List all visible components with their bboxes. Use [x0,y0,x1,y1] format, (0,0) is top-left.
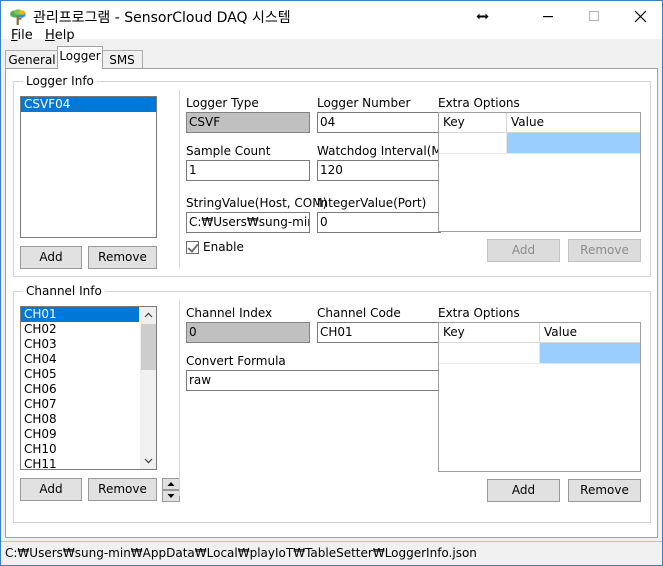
channel-list-scrollbar[interactable] [139,307,156,469]
channel-section-divider [179,300,180,496]
grid-cell-key[interactable] [439,343,540,363]
channel-info-group-title: Channel Info [23,284,105,298]
list-item[interactable]: CH10 [21,442,156,457]
checkmark-icon [186,240,199,254]
tab-strip: General Logger SMS [5,46,660,69]
logger-info-group-title: Logger Info [23,74,97,88]
application-window: 관리프로그램 - SensorCloud DAQ 시스템 File Help G… [0,0,663,566]
grid-header-value: Value [540,323,640,342]
sample-count-field[interactable]: 1 [186,160,310,181]
logger-number-label: Logger Number [317,96,411,110]
channel-index-label: Channel Index [186,306,273,320]
scrollbar-thumb[interactable] [141,324,156,370]
logger-extra-add-button[interactable]: Add [487,239,560,262]
list-item[interactable]: CH02 [21,322,156,337]
table-row[interactable] [439,343,640,364]
grid-header-key: Key [439,323,540,342]
logger-info-group: Logger Info CSVF04 Add Remove Logger Typ… [13,74,651,277]
status-bar: C:₩Users₩sung-min₩AppData₩Local₩playIoT₩… [1,541,662,565]
triangle-up-icon [167,482,175,486]
menu-help[interactable]: Help [41,27,79,45]
list-item[interactable]: CH09 [21,427,156,442]
list-item[interactable]: CSVF04 [21,97,156,112]
menu-bar: File Help [1,27,662,47]
logger-remove-button[interactable]: Remove [88,246,157,269]
enable-checkbox[interactable]: Enable [186,240,244,254]
menu-file-rest: ile [17,28,33,43]
menu-file[interactable]: File [7,27,37,45]
tab-page-logger: Logger Info CSVF04 Add Remove Logger Typ… [5,68,658,538]
close-icon [634,10,646,22]
logger-section-divider [179,90,180,268]
list-item[interactable]: CH08 [21,412,156,427]
logger-extra-options-grid[interactable]: Key Value [438,112,641,232]
list-item[interactable]: CH07 [21,397,156,412]
logger-add-button[interactable]: Add [20,246,82,269]
logger-number-field[interactable]: 04 [317,112,441,133]
channel-extra-remove-button[interactable]: Remove [568,479,641,502]
menu-help-rest: elp [54,28,75,43]
channel-list[interactable]: CH01 CH02 CH03 CH04 CH05 CH06 CH07 CH08 … [20,306,157,470]
channel-remove-button[interactable]: Remove [88,478,157,501]
grid-cell-value[interactable] [540,343,640,363]
logger-extra-remove-button[interactable]: Remove [568,239,641,262]
logger-type-field: CSVF [186,112,310,133]
scroll-down-icon[interactable] [140,453,156,469]
enable-checkbox-label: Enable [203,240,244,254]
list-item[interactable]: CH06 [21,382,156,397]
minimize-icon [543,16,553,18]
channel-index-field: 0 [186,322,310,343]
channel-add-button[interactable]: Add [20,478,82,501]
tab-general[interactable]: General [5,50,59,69]
maximize-icon [588,10,600,22]
tab-sms[interactable]: SMS [101,50,143,69]
logger-extra-options-label: Extra Options [438,96,520,110]
list-item[interactable]: CH01 [21,307,156,322]
channel-extra-options-grid[interactable]: Key Value [438,322,641,472]
tab-logger[interactable]: Logger [57,46,103,69]
menu-help-mnemonic: H [45,28,55,43]
stringvalue-label: StringValue(Host, COM) [186,196,328,210]
list-item[interactable]: CH03 [21,337,156,352]
list-item[interactable]: CH04 [21,352,156,367]
horizontal-resize-glyph [476,13,488,19]
move-down-button[interactable] [162,490,180,502]
grid-header: Key Value [439,113,640,133]
logger-type-label: Logger Type [186,96,259,110]
channel-code-label: Channel Code [317,306,401,320]
convert-formula-label: Convert Formula [186,354,286,368]
chevron-up-glyph [144,312,152,318]
grid-cell-key[interactable] [439,133,507,153]
channel-move-spinner[interactable] [162,478,180,502]
sample-count-label: Sample Count [186,144,271,158]
triangle-down-icon [167,494,175,498]
channel-extra-options-label: Extra Options [438,306,520,320]
grid-header-key: Key [439,113,507,132]
list-item[interactable]: CH11 [21,457,156,469]
integervalue-label: IntegerValue(Port) [317,196,427,210]
logger-list[interactable]: CSVF04 [20,96,157,238]
chevron-down-glyph [144,458,152,464]
status-bar-path: C:₩Users₩sung-min₩AppData₩Local₩playIoT₩… [5,546,477,560]
watchdog-interval-field[interactable]: 120 [317,160,441,181]
channel-code-field[interactable]: CH01 [317,322,441,343]
table-row[interactable] [439,133,640,154]
stringvalue-field[interactable]: C:₩Users₩sung-min₩ [186,212,310,233]
channel-info-group: Channel Info CH01 CH02 CH03 CH04 CH05 CH… [13,284,651,523]
convert-formula-field[interactable]: raw [186,370,441,391]
window-title: 관리프로그램 - SensorCloud DAQ 시스템 [33,10,291,26]
grid-header: Key Value [439,323,640,343]
grid-cell-value[interactable] [507,133,640,153]
tree-icon [10,9,26,25]
channel-extra-add-button[interactable]: Add [487,479,560,502]
integervalue-field[interactable]: 0 [317,212,441,233]
scroll-up-icon[interactable] [140,307,156,323]
list-item[interactable]: CH05 [21,367,156,382]
grid-header-value: Value [507,113,640,132]
move-up-button[interactable] [162,478,180,490]
